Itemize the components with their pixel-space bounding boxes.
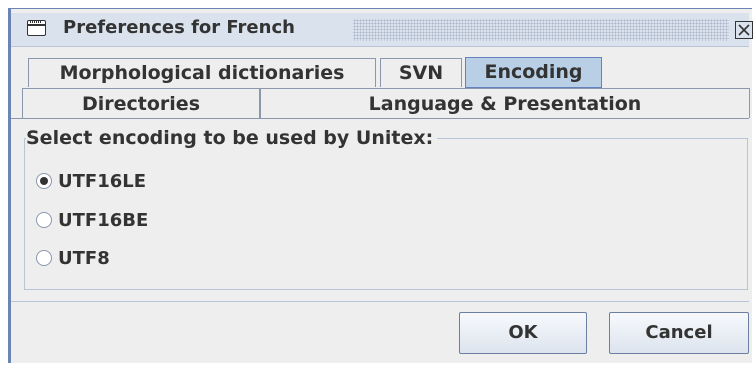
button-separator [11,301,749,302]
tab-language-presentation[interactable]: Language & Presentation [260,88,750,118]
window-title: Preferences for French [63,17,295,38]
radio-label-utf8: UTF8 [58,247,110,269]
tab-content-border [11,118,749,119]
window-icon [27,20,46,36]
tab-morphological-dictionaries[interactable]: Morphological dictionaries [28,58,376,87]
radio-utf8[interactable]: UTF8 [36,246,110,270]
tab-encoding[interactable]: Encoding [465,57,602,88]
radio-label-utf16le: UTF16LE [58,170,147,192]
tab-directories[interactable]: Directories [22,88,260,118]
radio-button[interactable] [36,212,52,228]
encoding-group-label: Select encoding to be used by Unitex: [26,127,438,149]
radio-button-selected[interactable] [36,173,52,189]
tab-svn[interactable]: SVN [380,58,462,87]
title-bar-grip [353,19,729,41]
ok-button[interactable]: OK [459,312,587,354]
title-bar[interactable]: Preferences for French [11,13,753,47]
close-icon[interactable] [735,21,753,39]
radio-label-utf16be: UTF16BE [58,209,149,231]
radio-button[interactable] [36,250,52,266]
close-icon-glyph [738,24,750,36]
cancel-button[interactable]: Cancel [609,312,749,354]
radio-utf16le[interactable]: UTF16LE [36,169,146,193]
radio-utf16be[interactable]: UTF16BE [36,208,148,232]
